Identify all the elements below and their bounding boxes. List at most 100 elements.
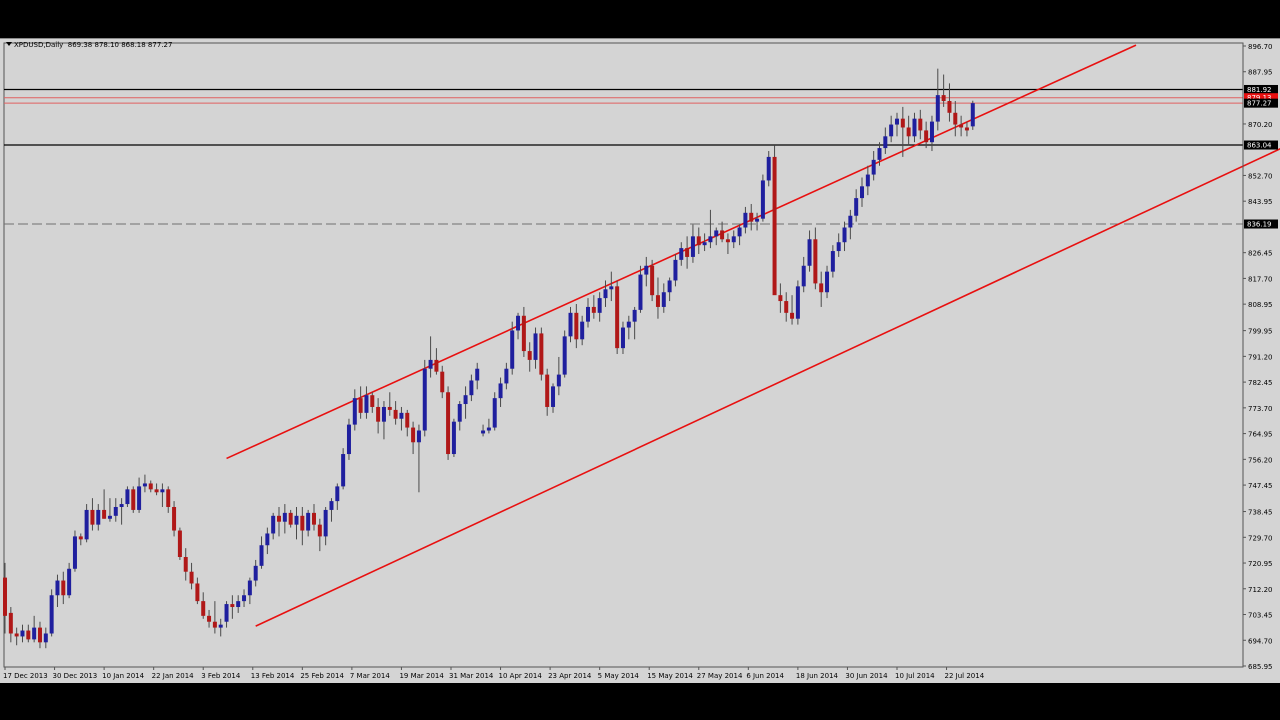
- dropdown-arrow-icon[interactable]: [6, 42, 12, 46]
- candle: [381, 401, 386, 440]
- candle: [469, 374, 474, 402]
- candle: [854, 189, 859, 222]
- candle: [218, 618, 223, 637]
- candle-body: [119, 504, 124, 507]
- candle: [201, 592, 206, 619]
- candle-body: [737, 227, 742, 237]
- candle-body: [457, 404, 462, 422]
- candle-body: [405, 412, 410, 428]
- candle-body: [632, 309, 637, 322]
- price-tick-label: 887.95: [1248, 69, 1273, 77]
- candle: [457, 401, 462, 431]
- candle: [166, 486, 171, 513]
- candle-body: [521, 315, 526, 352]
- candle-body: [498, 383, 503, 399]
- candle-body: [953, 112, 958, 125]
- candle-body: [947, 101, 952, 113]
- time-tick-label: 19 Mar 2014: [399, 672, 444, 680]
- price-tick-label: 738.45: [1248, 509, 1273, 517]
- candle-body: [154, 489, 159, 493]
- price-chart[interactable]: 896.70 887.95 870.20 852.70 843.95 826.45 817.…: [0, 39, 1280, 683]
- price-tag: 877.27: [1244, 98, 1278, 108]
- candle-body: [959, 124, 964, 128]
- symbol-header: XPDUSD,Daily 869.38 878.10 868.18 877.27: [6, 41, 172, 49]
- time-axis[interactable]: 17 Dec 2013 30 Dec 2013 10 Jan 2014 22 Jan …: [3, 667, 985, 680]
- candle: [195, 577, 200, 605]
- channel-bottom-trendline: [255, 148, 1280, 627]
- candle-body: [533, 333, 538, 360]
- candle-body: [696, 236, 701, 246]
- candle-body: [335, 486, 340, 502]
- candle: [568, 306, 573, 343]
- candle: [207, 609, 212, 628]
- price-tick-label: 799.95: [1248, 328, 1273, 336]
- candle-body: [574, 312, 579, 340]
- price-tick-label: 773.70: [1248, 405, 1273, 413]
- candle-body: [148, 483, 153, 490]
- candle: [924, 121, 929, 149]
- candle-body: [778, 295, 783, 302]
- candle-body: [265, 533, 270, 546]
- candle: [253, 559, 258, 587]
- time-tick-label: 30 Jun 2014: [845, 672, 888, 680]
- candle-body: [364, 395, 369, 413]
- candle-body: [854, 198, 859, 216]
- candle-body: [825, 271, 830, 293]
- candle: [329, 498, 334, 522]
- chart-window[interactable]: XPDUSD,Daily 869.38 878.10 868.18 877.27…: [0, 38, 1280, 683]
- candle-body: [883, 136, 888, 149]
- candle: [702, 233, 707, 252]
- candle: [428, 336, 433, 378]
- candle: [860, 177, 865, 207]
- price-tag-label: 863.04: [1247, 142, 1272, 150]
- time-tick-label: 15 May 2014: [647, 672, 693, 680]
- candle-body: [615, 286, 620, 349]
- candle: [626, 315, 631, 340]
- time-tick-label: 5 May 2014: [598, 672, 640, 680]
- candle-body: [3, 577, 7, 616]
- candle-body: [749, 212, 754, 222]
- candle: [8, 607, 13, 643]
- candle: [463, 386, 468, 419]
- candle-body: [370, 395, 375, 407]
- candle-body: [539, 333, 544, 375]
- candle: [189, 562, 194, 590]
- candle: [714, 227, 719, 246]
- candle-body: [49, 595, 54, 634]
- candle-body: [14, 633, 19, 637]
- candle: [795, 280, 800, 325]
- price-tick-label: 852.70: [1248, 172, 1273, 180]
- candle-body: [865, 174, 870, 187]
- candle: [172, 501, 177, 537]
- time-tick-label: 10 Jul 2014: [895, 672, 935, 680]
- candle: [341, 448, 346, 490]
- candle-body: [813, 239, 818, 284]
- candle: [14, 627, 19, 646]
- time-tick-label: 3 Feb 2014: [201, 672, 241, 680]
- price-tick-label: 720.95: [1248, 560, 1273, 568]
- candle: [55, 574, 60, 608]
- candle: [615, 280, 620, 355]
- price-tick-label: 843.95: [1248, 198, 1273, 206]
- time-tick-label: 31 Mar 2014: [449, 672, 494, 680]
- candle-body: [428, 359, 433, 369]
- candle: [26, 624, 31, 643]
- candle-body: [527, 351, 532, 360]
- candle-body: [620, 327, 625, 349]
- price-tag-label: 877.27: [1247, 100, 1272, 108]
- candle-body: [218, 624, 223, 628]
- candle: [801, 256, 806, 293]
- candle-body: [32, 627, 37, 640]
- candle: [760, 174, 765, 222]
- price-axis[interactable]: 896.70 887.95 870.20 852.70 843.95 826.45 817.…: [1242, 43, 1273, 671]
- candle: [883, 127, 888, 154]
- candle: [300, 506, 305, 546]
- candle-body: [504, 368, 509, 384]
- candle-body: [411, 427, 416, 443]
- candle: [749, 203, 754, 231]
- candle: [422, 359, 427, 437]
- candle-body: [889, 124, 894, 137]
- candle: [440, 365, 445, 399]
- candle: [78, 533, 83, 546]
- candle: [638, 265, 643, 313]
